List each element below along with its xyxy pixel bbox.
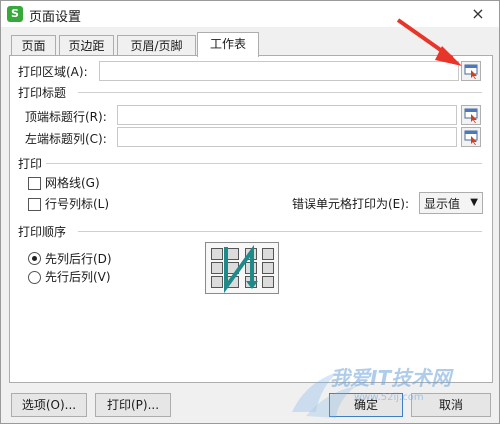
left-cols-input[interactable] (117, 127, 457, 147)
rowcol-headers-checkbox[interactable] (28, 198, 41, 211)
print-button[interactable]: 打印(P)... (95, 393, 171, 417)
top-rows-label: 顶端标题行(R): (25, 110, 107, 124)
watermark: 我爱IT技术网 www.52ij.com (286, 352, 496, 420)
tab-sheet[interactable]: 工作表 (197, 32, 259, 57)
print-heading: 打印 (18, 157, 43, 171)
top-rows-input[interactable] (117, 105, 457, 125)
gridlines-checkbox[interactable] (28, 177, 41, 190)
watermark-text: 我爱IT技术网 (330, 366, 452, 390)
range-picker-icon (464, 108, 478, 123)
watermark-url: www.52ij.com (354, 392, 424, 403)
top-rows-range-picker[interactable] (461, 105, 481, 125)
print-order-arrow-icon (224, 244, 258, 293)
down-then-over-radio[interactable] (28, 252, 41, 265)
left-cols-range-picker[interactable] (461, 127, 481, 147)
gridlines-label: 网格线(G) (45, 176, 100, 190)
cell-errors-label: 错误单元格打印为(E): (292, 197, 409, 211)
chevron-down-icon: ▼ (470, 197, 478, 208)
down-then-over-label: 先列后行(D) (45, 252, 112, 266)
divider (46, 163, 482, 164)
divider (78, 231, 482, 232)
cell-errors-value: 显示值 (424, 197, 461, 211)
left-cols-label: 左端标题列(C): (25, 132, 107, 146)
over-then-down-radio[interactable] (28, 271, 41, 284)
print-order-preview (205, 242, 279, 294)
print-order-heading: 打印顺序 (18, 225, 67, 239)
over-then-down-label: 先行后列(V) (45, 270, 111, 284)
range-picker-icon (464, 130, 478, 145)
cell-errors-select[interactable]: 显示值 ▼ (419, 192, 483, 214)
options-button[interactable]: 选项(O)... (11, 393, 87, 417)
rowcol-headers-label: 行号列标(L) (45, 197, 110, 211)
